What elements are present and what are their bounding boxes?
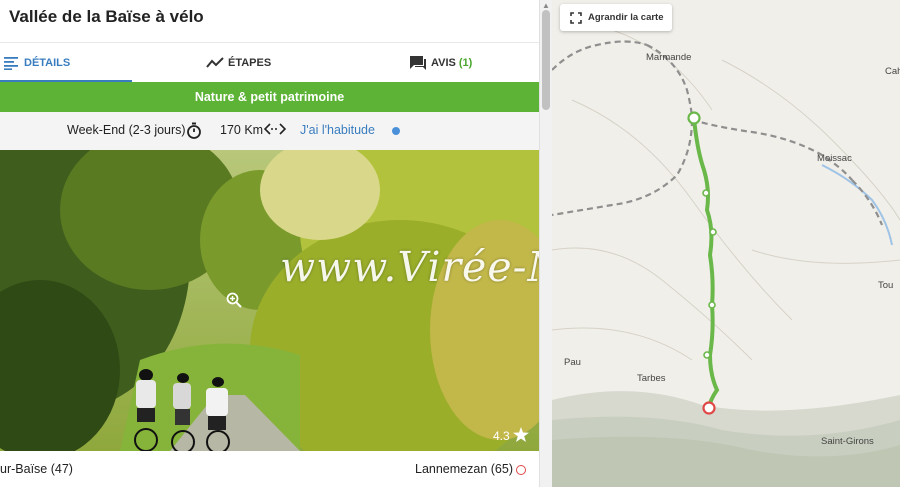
map-town-label: Moissac <box>817 153 852 164</box>
duration: Week-End (2-3 jours) <box>67 123 186 137</box>
route-info-bar: Week-End (2-3 jours) 170 Km J'ai l'habit… <box>0 112 539 150</box>
page-title: Vallée de la Baïse à vélo <box>9 7 204 26</box>
route-endpoints: ur-Baïse (47) Lannemezan (65) <box>0 451 539 487</box>
trend-line-icon <box>206 57 224 69</box>
zoom-in-icon[interactable] <box>226 292 242 313</box>
end-marker-icon <box>516 465 526 475</box>
difficulty-dot <box>392 127 400 135</box>
fullscreen-icon <box>570 11 582 24</box>
map-town-label: Saint-Girons <box>821 436 874 447</box>
tab-reviews-label: AVIS <box>431 57 456 69</box>
distance-arrows-icon <box>263 122 287 139</box>
enlarge-map-label: Agrandir la carte <box>588 12 664 23</box>
end-town: Lannemezan (65) <box>415 462 513 476</box>
scroll-thumb[interactable] <box>542 10 550 110</box>
list-icon <box>4 56 20 70</box>
stopwatch-icon <box>186 122 202 142</box>
reviews-count: (1) <box>458 57 473 69</box>
tab-details-label: DÉTAILS <box>24 57 71 69</box>
enlarge-map-button[interactable]: Agrandir la carte <box>560 4 672 31</box>
distance: 170 Km <box>220 123 264 137</box>
tab-reviews[interactable]: AVIS (1) <box>409 43 472 83</box>
tab-stages[interactable]: ÉTAPES <box>206 43 271 83</box>
tab-bar: DÉTAILS ÉTAPES AVIS (1) <box>0 42 539 83</box>
difficulty-level: J'ai l'habitude <box>300 123 375 137</box>
map-town-label: Tarbes <box>637 373 666 384</box>
map-town-label: Pau <box>564 357 581 368</box>
photo-rating: 4.3 <box>493 427 529 445</box>
route-details-panel: Vallée de la Baïse à vélo DÉTAILS ÉTAPES… <box>0 0 539 487</box>
route-photo[interactable] <box>0 150 539 451</box>
map-town-label: Tou <box>878 280 894 291</box>
tab-stages-label: ÉTAPES <box>228 57 272 69</box>
comments-icon <box>409 55 427 71</box>
tab-details[interactable]: DÉTAILS <box>4 43 70 83</box>
map-town-label: Cah <box>885 66 900 77</box>
route-map[interactable]: Marmande Cah Moissac Tou Pau Tarbes Sain… <box>552 0 900 487</box>
start-town: ur-Baïse (47) <box>0 462 73 476</box>
map-town-label: Marmande <box>646 52 692 63</box>
scrollbar[interactable]: ▲ <box>539 0 552 487</box>
rating-value: 4.3 <box>493 429 510 443</box>
star-icon <box>512 427 529 445</box>
theme-banner: Nature & petit patrimoine <box>0 82 539 112</box>
